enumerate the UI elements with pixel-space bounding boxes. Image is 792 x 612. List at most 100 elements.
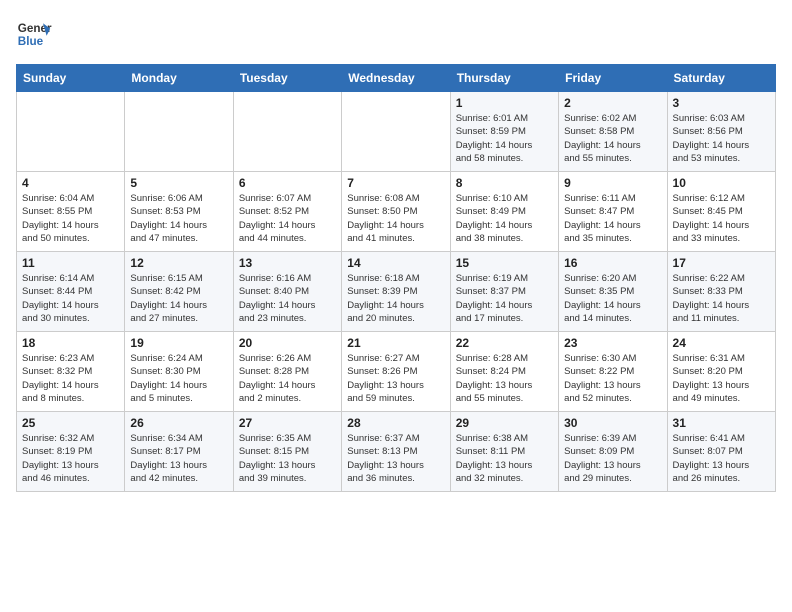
day-number: 18	[22, 336, 119, 350]
calendar-cell: 18 Sunrise: 6:23 AM Sunset: 8:32 PM Dayli…	[17, 332, 125, 412]
day-info: Sunrise: 6:12 AM Sunset: 8:45 PM Dayligh…	[673, 192, 770, 245]
calendar-week-1: 1 Sunrise: 6:01 AM Sunset: 8:59 PM Daylig…	[17, 92, 776, 172]
calendar-cell	[233, 92, 341, 172]
day-number: 1	[456, 96, 553, 110]
day-number: 3	[673, 96, 770, 110]
calendar-cell: 16Sunrise: 6:20 AM Sunset: 8:35 PM Dayli…	[559, 252, 667, 332]
day-number: 8	[456, 176, 553, 190]
day-number: 30	[564, 416, 661, 430]
day-number: 31	[673, 416, 770, 430]
day-info: Sunrise: 6:27 AM Sunset: 8:26 PM Dayligh…	[347, 352, 444, 405]
day-number: 4	[22, 176, 119, 190]
day-number: 29	[456, 416, 553, 430]
calendar-table: SundayMondayTuesdayWednesdayThursdayFrid…	[16, 64, 776, 492]
calendar-cell	[342, 92, 450, 172]
day-info: Sunrise: 6:01 AM Sunset: 8:59 PM Dayligh…	[456, 112, 553, 165]
day-info: Sunrise: 6:15 AM Sunset: 8:42 PM Dayligh…	[130, 272, 227, 325]
logo: General Blue	[16, 16, 52, 52]
day-number: 14	[347, 256, 444, 270]
calendar-week-4: 18 Sunrise: 6:23 AM Sunset: 8:32 PM Dayli…	[17, 332, 776, 412]
day-info: Sunrise: 6:07 AM Sunset: 8:52 PM Dayligh…	[239, 192, 336, 245]
calendar-cell: 29 Sunrise: 6:38 AM Sunset: 8:11 PM Dayli…	[450, 412, 558, 492]
calendar-cell: 26Sunrise: 6:34 AM Sunset: 8:17 PM Dayli…	[125, 412, 233, 492]
weekday-header-wednesday: Wednesday	[342, 65, 450, 92]
calendar-cell: 23 Sunrise: 6:30 AM Sunset: 8:22 PM Dayli…	[559, 332, 667, 412]
day-info: Sunrise: 6:08 AM Sunset: 8:50 PM Dayligh…	[347, 192, 444, 245]
calendar-cell: 20 Sunrise: 6:26 AM Sunset: 8:28 PM Dayli…	[233, 332, 341, 412]
calendar-cell: 24 Sunrise: 6:31 AM Sunset: 8:20 PM Dayli…	[667, 332, 775, 412]
svg-text:Blue: Blue	[18, 35, 44, 48]
calendar-cell: 11 Sunrise: 6:14 AM Sunset: 8:44 PM Dayli…	[17, 252, 125, 332]
weekday-header-monday: Monday	[125, 65, 233, 92]
day-number: 7	[347, 176, 444, 190]
calendar-cell: 3 Sunrise: 6:03 AM Sunset: 8:56 PM Daylig…	[667, 92, 775, 172]
day-number: 15	[456, 256, 553, 270]
calendar-cell: 17 Sunrise: 6:22 AM Sunset: 8:33 PM Dayli…	[667, 252, 775, 332]
calendar-cell: 22 Sunrise: 6:28 AM Sunset: 8:24 PM Dayli…	[450, 332, 558, 412]
calendar-body: 1 Sunrise: 6:01 AM Sunset: 8:59 PM Daylig…	[17, 92, 776, 492]
day-number: 27	[239, 416, 336, 430]
day-info: Sunrise: 6:03 AM Sunset: 8:56 PM Dayligh…	[673, 112, 770, 165]
day-number: 11	[22, 256, 119, 270]
day-info: Sunrise: 6:34 AM Sunset: 8:17 PM Dayligh…	[130, 432, 227, 485]
calendar-cell: 19Sunrise: 6:24 AM Sunset: 8:30 PM Dayli…	[125, 332, 233, 412]
calendar-cell: 6 Sunrise: 6:07 AM Sunset: 8:52 PM Daylig…	[233, 172, 341, 252]
logo-icon: General Blue	[16, 16, 52, 52]
calendar-cell: 21Sunrise: 6:27 AM Sunset: 8:26 PM Dayli…	[342, 332, 450, 412]
day-number: 13	[239, 256, 336, 270]
calendar-week-3: 11 Sunrise: 6:14 AM Sunset: 8:44 PM Dayli…	[17, 252, 776, 332]
day-info: Sunrise: 6:04 AM Sunset: 8:55 PM Dayligh…	[22, 192, 119, 245]
calendar-cell: 1 Sunrise: 6:01 AM Sunset: 8:59 PM Daylig…	[450, 92, 558, 172]
weekday-row: SundayMondayTuesdayWednesdayThursdayFrid…	[17, 65, 776, 92]
day-number: 20	[239, 336, 336, 350]
day-info: Sunrise: 6:20 AM Sunset: 8:35 PM Dayligh…	[564, 272, 661, 325]
day-number: 5	[130, 176, 227, 190]
calendar-cell	[17, 92, 125, 172]
calendar-cell: 2 Sunrise: 6:02 AM Sunset: 8:58 PM Daylig…	[559, 92, 667, 172]
day-number: 6	[239, 176, 336, 190]
day-number: 10	[673, 176, 770, 190]
day-info: Sunrise: 6:10 AM Sunset: 8:49 PM Dayligh…	[456, 192, 553, 245]
day-info: Sunrise: 6:30 AM Sunset: 8:22 PM Dayligh…	[564, 352, 661, 405]
calendar-week-5: 25Sunrise: 6:32 AM Sunset: 8:19 PM Dayli…	[17, 412, 776, 492]
calendar-cell: 4 Sunrise: 6:04 AM Sunset: 8:55 PM Daylig…	[17, 172, 125, 252]
calendar-cell: 28 Sunrise: 6:37 AM Sunset: 8:13 PM Dayli…	[342, 412, 450, 492]
day-info: Sunrise: 6:18 AM Sunset: 8:39 PM Dayligh…	[347, 272, 444, 325]
day-number: 23	[564, 336, 661, 350]
day-info: Sunrise: 6:38 AM Sunset: 8:11 PM Dayligh…	[456, 432, 553, 485]
day-number: 12	[130, 256, 227, 270]
day-number: 17	[673, 256, 770, 270]
calendar-week-2: 4 Sunrise: 6:04 AM Sunset: 8:55 PM Daylig…	[17, 172, 776, 252]
day-number: 22	[456, 336, 553, 350]
day-info: Sunrise: 6:22 AM Sunset: 8:33 PM Dayligh…	[673, 272, 770, 325]
day-number: 28	[347, 416, 444, 430]
day-number: 24	[673, 336, 770, 350]
calendar-cell: 27 Sunrise: 6:35 AM Sunset: 8:15 PM Dayli…	[233, 412, 341, 492]
day-info: Sunrise: 6:39 AM Sunset: 8:09 PM Dayligh…	[564, 432, 661, 485]
calendar-cell: 10 Sunrise: 6:12 AM Sunset: 8:45 PM Dayli…	[667, 172, 775, 252]
page-header: General Blue	[16, 16, 776, 52]
calendar-cell: 31Sunrise: 6:41 AM Sunset: 8:07 PM Dayli…	[667, 412, 775, 492]
calendar-cell: 8 Sunrise: 6:10 AM Sunset: 8:49 PM Daylig…	[450, 172, 558, 252]
calendar-cell	[125, 92, 233, 172]
day-number: 2	[564, 96, 661, 110]
day-info: Sunrise: 6:35 AM Sunset: 8:15 PM Dayligh…	[239, 432, 336, 485]
day-number: 9	[564, 176, 661, 190]
day-info: Sunrise: 6:26 AM Sunset: 8:28 PM Dayligh…	[239, 352, 336, 405]
weekday-header-thursday: Thursday	[450, 65, 558, 92]
day-info: Sunrise: 6:02 AM Sunset: 8:58 PM Dayligh…	[564, 112, 661, 165]
calendar-cell: 30 Sunrise: 6:39 AM Sunset: 8:09 PM Dayli…	[559, 412, 667, 492]
day-info: Sunrise: 6:28 AM Sunset: 8:24 PM Dayligh…	[456, 352, 553, 405]
calendar-cell: 13Sunrise: 6:16 AM Sunset: 8:40 PM Dayli…	[233, 252, 341, 332]
calendar-cell: 25Sunrise: 6:32 AM Sunset: 8:19 PM Dayli…	[17, 412, 125, 492]
day-info: Sunrise: 6:37 AM Sunset: 8:13 PM Dayligh…	[347, 432, 444, 485]
day-info: Sunrise: 6:24 AM Sunset: 8:30 PM Dayligh…	[130, 352, 227, 405]
calendar-cell: 14 Sunrise: 6:18 AM Sunset: 8:39 PM Dayli…	[342, 252, 450, 332]
calendar-cell: 7 Sunrise: 6:08 AM Sunset: 8:50 PM Daylig…	[342, 172, 450, 252]
calendar-cell: 12 Sunrise: 6:15 AM Sunset: 8:42 PM Dayli…	[125, 252, 233, 332]
day-info: Sunrise: 6:19 AM Sunset: 8:37 PM Dayligh…	[456, 272, 553, 325]
day-info: Sunrise: 6:11 AM Sunset: 8:47 PM Dayligh…	[564, 192, 661, 245]
day-info: Sunrise: 6:31 AM Sunset: 8:20 PM Dayligh…	[673, 352, 770, 405]
day-info: Sunrise: 6:14 AM Sunset: 8:44 PM Dayligh…	[22, 272, 119, 325]
day-info: Sunrise: 6:23 AM Sunset: 8:32 PM Dayligh…	[22, 352, 119, 405]
